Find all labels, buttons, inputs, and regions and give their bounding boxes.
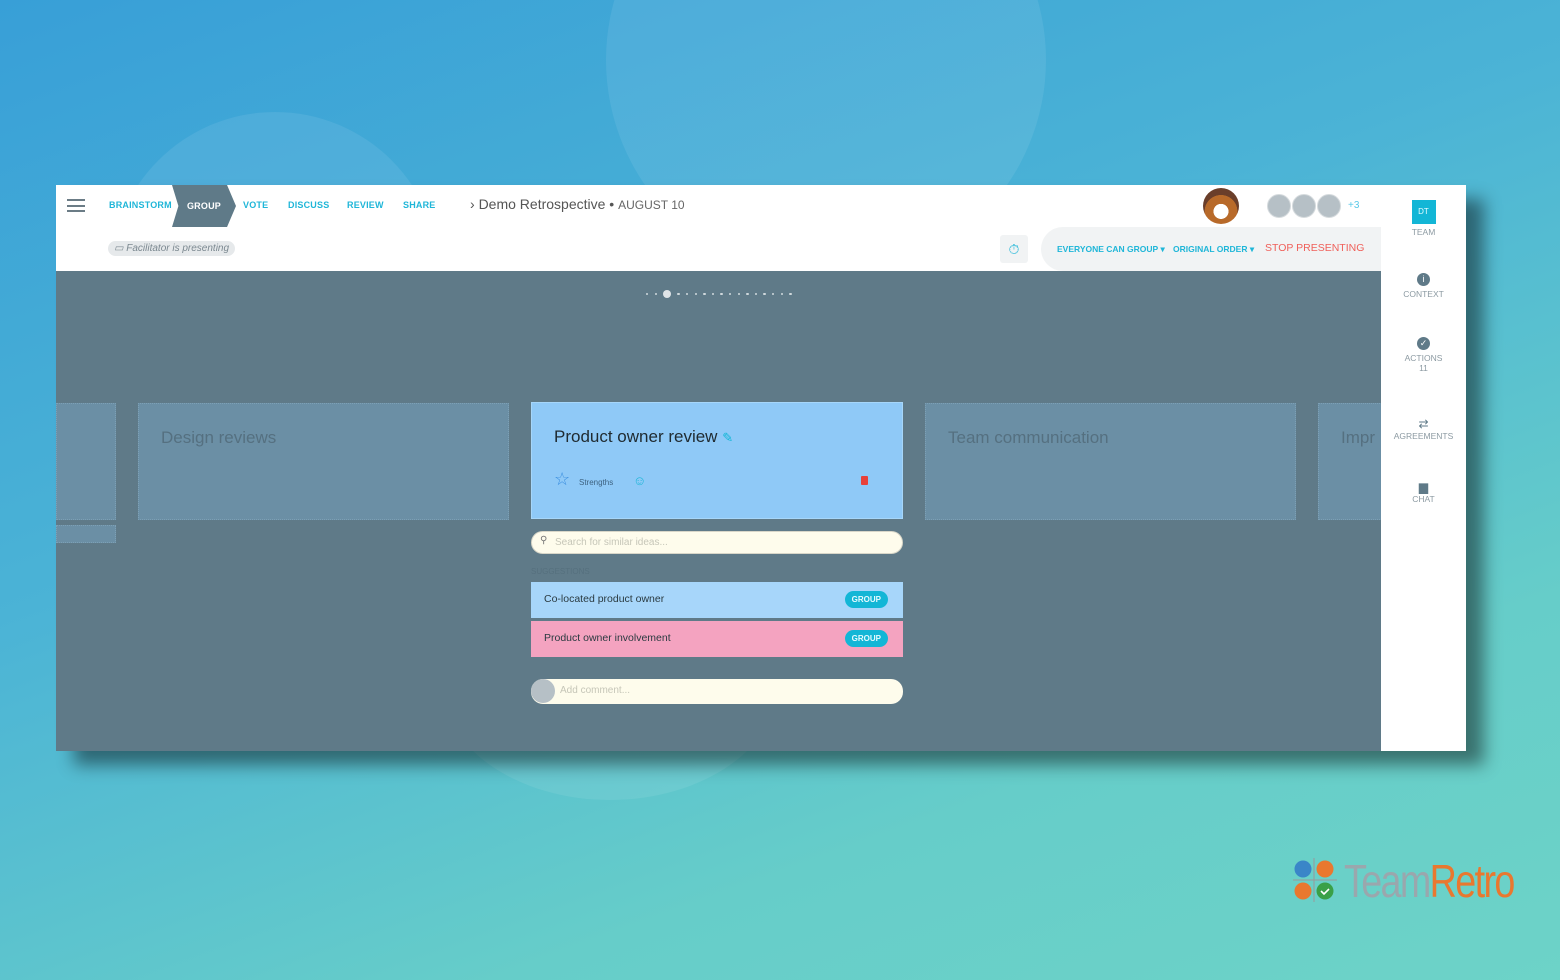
retro-name: Demo Retrospective [478, 196, 606, 212]
carousel-dot[interactable] [746, 292, 749, 296]
column-partial-right[interactable]: Impr [1318, 403, 1388, 520]
commenter-avatar [531, 679, 555, 703]
search-icon: ⚲ [540, 535, 548, 546]
teamretro-logo: TeamRetro [1293, 855, 1515, 907]
step-review[interactable]: REVIEW [347, 200, 384, 210]
emoji-reaction-icon[interactable]: ☺ [633, 473, 646, 488]
carousel-dot[interactable] [754, 292, 758, 296]
participant-avatar[interactable] [1292, 194, 1316, 218]
team-badge: DT [1411, 200, 1436, 224]
carousel-dot[interactable] [686, 292, 689, 296]
column-title: Impr [1341, 428, 1375, 447]
handshake-icon: ⇄ [1418, 417, 1429, 431]
retro-title: › Demo Retrospective • AUGUST 10 [470, 196, 685, 212]
teamretro-logo-icon [1293, 858, 1337, 902]
sidebar-item-actions[interactable]: ✓ ACTIONS 11 [1381, 337, 1466, 373]
delete-trash-icon[interactable] [861, 476, 868, 485]
step-group[interactable]: GROUP [172, 185, 236, 227]
brand-name: TeamRetro [1344, 855, 1515, 907]
timer-icon[interactable]: ⏱ [1000, 235, 1028, 263]
suggestion-item: Product owner involvement GROUP [531, 621, 903, 657]
carousel-dot[interactable] [703, 292, 706, 296]
top-bar: BRAINSTORM GROUP VOTE DISCUSS REVIEW SHA… [56, 185, 1386, 271]
participant-avatar[interactable] [1317, 194, 1341, 218]
hamburger-menu-icon[interactable] [67, 199, 85, 212]
sidebar-item-context[interactable]: i CONTEXT [1381, 273, 1466, 299]
actions-count: 11 [1419, 363, 1428, 373]
category-label: Strengths [579, 478, 614, 487]
retro-date: AUGUST 10 [618, 198, 685, 212]
step-discuss[interactable]: DISCUSS [288, 200, 329, 210]
carousel-dot[interactable] [780, 292, 783, 296]
carousel-dot[interactable] [737, 292, 740, 296]
step-brainstorm[interactable]: BRAINSTORM [109, 200, 172, 210]
group-button[interactable]: GROUP [844, 591, 888, 608]
column-team-communication[interactable]: Team communication [925, 403, 1296, 520]
column-title: Design reviews [161, 428, 277, 447]
add-comment-input[interactable]: Add comment... [531, 679, 903, 704]
carousel-dot[interactable] [789, 292, 792, 296]
suggestions-label: SUGGESTIONS [531, 567, 590, 576]
presenting-badge: ▭ Facilitator is presenting [108, 241, 236, 256]
carousel-dots [646, 290, 792, 298]
carousel-dot[interactable] [694, 292, 697, 296]
chat-icon: ▆ [1418, 480, 1429, 494]
sidebar-item-agreements[interactable]: ⇄ AGREEMENTS [1381, 417, 1466, 441]
column-partial-left [56, 403, 116, 520]
sidebar-item-chat[interactable]: ▆ CHAT [1381, 480, 1466, 504]
carousel-dot[interactable] [646, 292, 649, 296]
group-mode-dropdown[interactable]: EVERYONE CAN GROUP ▾ [1057, 244, 1165, 255]
user-avatar[interactable] [1203, 188, 1239, 224]
carousel-dot[interactable] [729, 292, 732, 296]
sidebar-item-team[interactable]: DT TEAM [1381, 200, 1466, 237]
star-icon[interactable]: ☆ [554, 469, 570, 490]
carousel-dot[interactable] [677, 292, 680, 296]
info-icon: i [1417, 273, 1430, 286]
order-dropdown[interactable]: ORIGINAL ORDER ▾ [1173, 244, 1254, 255]
carousel-dot[interactable] [654, 292, 657, 296]
check-icon: ✓ [1417, 337, 1430, 350]
column-partial-left-footer [56, 525, 116, 543]
presentation-icon: ▭ [114, 243, 127, 254]
retro-app: BRAINSTORM GROUP VOTE DISCUSS REVIEW SHA… [56, 185, 1466, 751]
column-title: Team communication [948, 428, 1109, 447]
carousel-dot[interactable] [720, 292, 723, 296]
edit-pencil-icon[interactable]: ✎ [722, 430, 733, 445]
step-vote[interactable]: VOTE [243, 200, 268, 210]
similar-ideas-search[interactable]: ⚲ Search for similar ideas... [531, 531, 903, 554]
carousel-dot[interactable] [763, 292, 766, 296]
carousel-dot[interactable] [663, 290, 672, 298]
step-share[interactable]: SHARE [403, 200, 436, 210]
group-card: Product owner review ✎ ☆ Strengths ☺ [531, 402, 903, 519]
right-sidebar: DT TEAM i CONTEXT ✓ ACTIONS 11 ⇄ AGREEMENTS ▆… [1381, 185, 1466, 751]
column-design-reviews[interactable]: Design reviews [138, 403, 509, 520]
carousel-dot[interactable] [711, 292, 715, 296]
carousel-dot[interactable] [772, 292, 775, 296]
more-participants[interactable]: +3 [1348, 200, 1359, 211]
participant-avatar[interactable] [1267, 194, 1291, 218]
suggestion-item: Co-located product owner GROUP [531, 582, 903, 618]
group-button[interactable]: GROUP [844, 630, 888, 647]
presenting-text: Facilitator is presenting [126, 243, 230, 254]
group-title: Product owner review ✎ [554, 427, 734, 446]
stop-presenting-button[interactable]: STOP PRESENTING [1265, 242, 1364, 254]
